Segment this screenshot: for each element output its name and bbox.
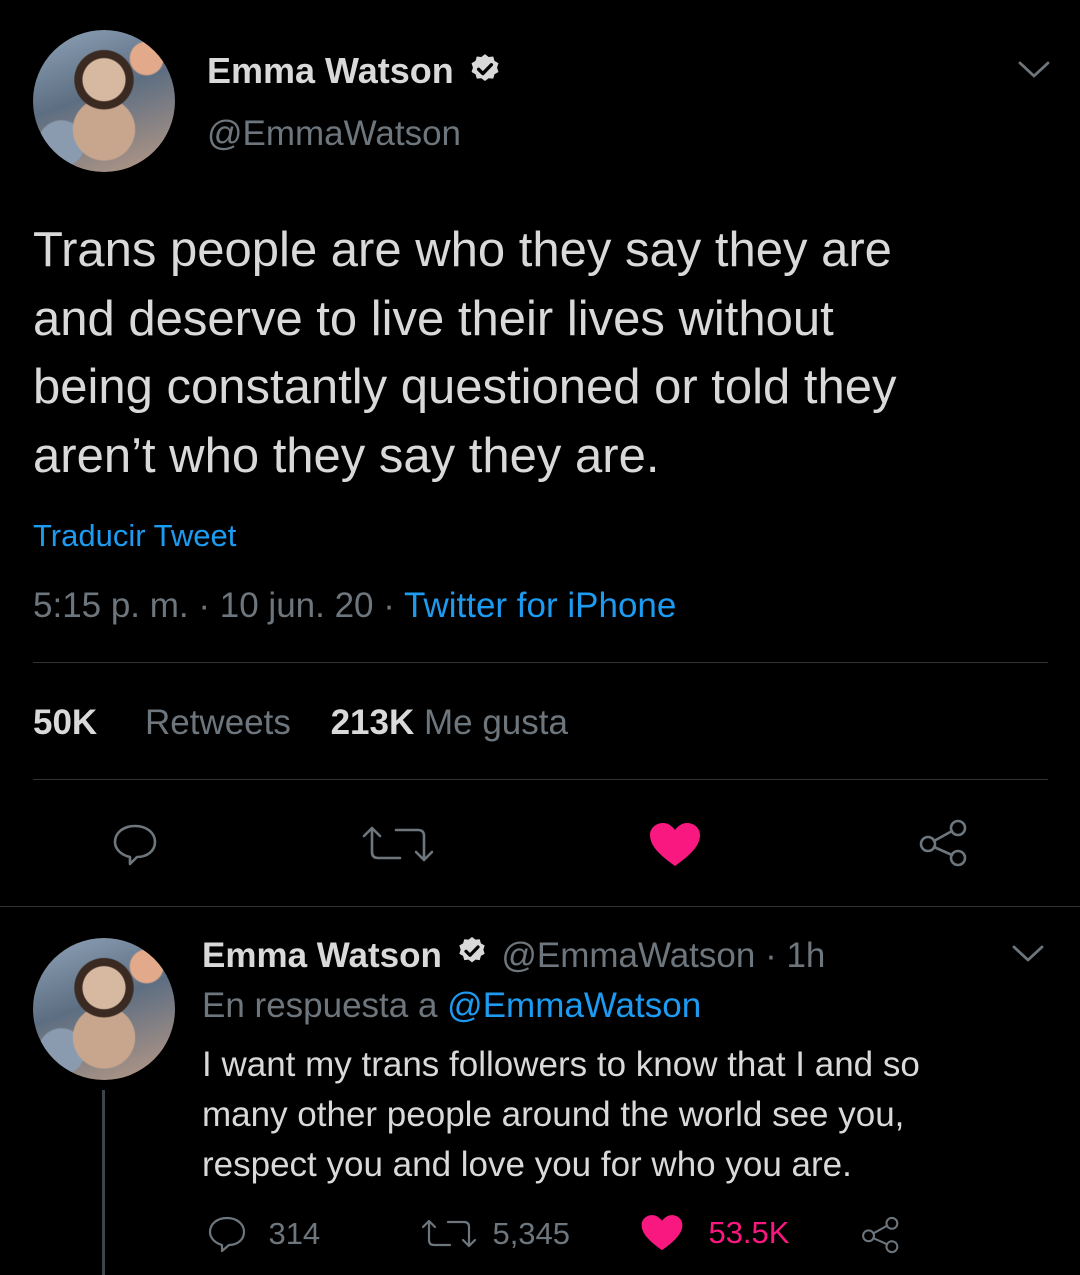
engagement-stats: 50K Retweets 213K Me gusta bbox=[33, 703, 568, 743]
tweet-text: I want my trans followers to know that I… bbox=[202, 1040, 920, 1190]
thread-line bbox=[102, 1090, 105, 1275]
share-button[interactable] bbox=[860, 1214, 902, 1261]
chevron-down-icon[interactable] bbox=[1016, 58, 1052, 87]
reply-button[interactable]: 314 bbox=[206, 1214, 320, 1258]
tweet-text-line: being constantly questioned or told they bbox=[33, 360, 897, 414]
retweet-button[interactable] bbox=[358, 822, 438, 871]
retweets-stat[interactable]: 50K Retweets bbox=[33, 703, 301, 742]
reply-icon bbox=[208, 1216, 246, 1253]
meta-separator: · bbox=[765, 935, 787, 975]
divider bbox=[33, 779, 1048, 780]
verified-badge-icon bbox=[456, 935, 488, 976]
author-name[interactable]: Emma Watson bbox=[202, 936, 442, 975]
tweet-text-line: respect you and love you for who you are… bbox=[202, 1145, 852, 1184]
tweet-age[interactable]: 1h bbox=[786, 936, 825, 975]
divider bbox=[33, 662, 1048, 663]
tweet-time[interactable]: 5:15 p. m. bbox=[33, 586, 189, 625]
tweet-text-line: aren’t who they say they are. bbox=[33, 428, 660, 483]
share-button[interactable] bbox=[917, 818, 971, 873]
tweet-text-line: and deserve to live their lives without bbox=[33, 291, 834, 346]
heart-icon bbox=[641, 1215, 683, 1251]
share-icon bbox=[862, 1216, 899, 1254]
like-button[interactable] bbox=[648, 822, 702, 873]
share-icon bbox=[919, 819, 967, 867]
like-count: 53.5K bbox=[708, 1215, 790, 1250]
chevron-down-icon[interactable] bbox=[1010, 942, 1046, 971]
likes-stat[interactable]: 213K Me gusta bbox=[331, 703, 568, 742]
reply-icon bbox=[113, 824, 157, 866]
meta-separator: · bbox=[198, 586, 220, 625]
retweet-count: 5,345 bbox=[492, 1216, 571, 1251]
retweet-button[interactable]: 5,345 bbox=[418, 1216, 570, 1258]
tweet-source[interactable]: Twitter for iPhone bbox=[404, 586, 676, 625]
verified-badge-icon bbox=[468, 52, 502, 91]
avatar[interactable] bbox=[33, 30, 175, 172]
reply-header: Emma Watson @EmmaWatson · 1h bbox=[202, 934, 825, 976]
reply-to-link[interactable]: @EmmaWatson bbox=[447, 986, 701, 1025]
author-handle[interactable]: @EmmaWatson bbox=[501, 936, 755, 975]
retweets-count: 50K bbox=[33, 703, 98, 742]
reply-prefix: En respuesta a bbox=[202, 986, 438, 1025]
author-name-row: Emma Watson bbox=[207, 50, 502, 94]
retweet-icon bbox=[362, 826, 434, 862]
tweet-text-line: I want my trans followers to know that I… bbox=[202, 1045, 920, 1084]
divider bbox=[0, 906, 1080, 907]
retweet-icon bbox=[421, 1219, 477, 1248]
likes-label: Me gusta bbox=[424, 703, 568, 742]
translate-tweet-link[interactable]: Traducir Tweet bbox=[33, 518, 236, 554]
tweet-text-line: Trans people are who they say they are bbox=[33, 223, 892, 277]
reply-context: En respuesta a @EmmaWatson bbox=[202, 986, 701, 1026]
reply-button[interactable] bbox=[110, 820, 160, 873]
like-button[interactable]: 53.5K bbox=[640, 1214, 789, 1258]
tweet-text-line: many other people around the world see y… bbox=[202, 1095, 905, 1134]
tweet-text: Trans people are who they say they are a… bbox=[33, 216, 897, 490]
meta-separator: · bbox=[383, 586, 404, 625]
tweet-meta: 5:15 p. m. · 10 jun. 20 · Twitter for iP… bbox=[33, 586, 676, 626]
author-handle[interactable]: @EmmaWatson bbox=[207, 114, 461, 154]
avatar[interactable] bbox=[33, 938, 175, 1080]
likes-count: 213K bbox=[330, 703, 415, 742]
heart-icon bbox=[650, 823, 700, 866]
retweets-label: Retweets bbox=[144, 703, 291, 742]
tweet-date[interactable]: 10 jun. 20 bbox=[220, 586, 374, 625]
author-name[interactable]: Emma Watson bbox=[207, 50, 454, 91]
reply-count: 314 bbox=[268, 1216, 321, 1251]
